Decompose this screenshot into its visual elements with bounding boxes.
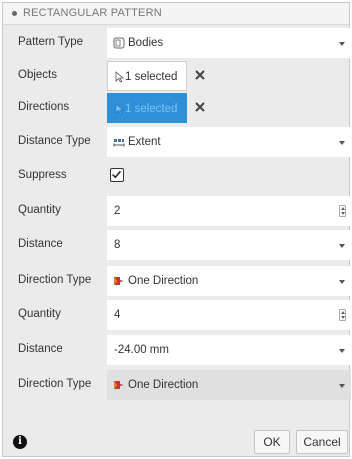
one-direction-icon (114, 381, 124, 389)
directions-selected-text: 1 selected (125, 103, 178, 115)
direction-type-2-label: Direction Type (18, 378, 92, 390)
suppress-checkbox[interactable] (110, 168, 124, 182)
chevron-down-icon[interactable] (339, 244, 345, 248)
pattern-type-row: Pattern Type Bodies (3, 27, 351, 59)
direction-type-2-dropdown[interactable]: One Direction (107, 370, 351, 400)
distance-type-dropdown[interactable]: Extent (107, 127, 351, 157)
quantity-2-value: 4 (114, 309, 121, 321)
distance-2-input[interactable]: -24.00 mm (107, 335, 351, 365)
suppress-row: Suppress (3, 160, 349, 192)
distance-1-value: 8 (114, 239, 121, 251)
collapse-bullet-icon[interactable] (12, 11, 17, 16)
pattern-type-dropdown[interactable]: Bodies (107, 28, 351, 58)
distance-2-value: -24.00 mm (114, 344, 169, 356)
distance-1-label: Distance (18, 238, 63, 250)
distance-1-row: Distance 8 (3, 229, 351, 261)
quantity-1-row: Quantity 2 (3, 195, 351, 227)
dialog-title: RECTANGULAR PATTERN (23, 7, 162, 19)
directions-label: Directions (18, 101, 70, 113)
distance-1-input[interactable]: 8 (107, 230, 351, 260)
direction-type-1-value: One Direction (128, 275, 199, 287)
chevron-down-icon (339, 42, 345, 46)
ok-button[interactable]: OK (254, 430, 290, 454)
directions-select-button[interactable]: 1 selected (107, 93, 187, 123)
quantity-2-stepper[interactable]: 4 (107, 300, 351, 330)
bodies-icon (113, 37, 125, 49)
chevron-down-icon[interactable] (339, 349, 345, 353)
spinner-icon[interactable] (339, 309, 346, 321)
direction-type-2-row: Direction Type One Direction (3, 369, 351, 401)
quantity-2-label: Quantity (18, 308, 61, 320)
extent-icon (113, 139, 125, 147)
spinner-icon[interactable] (339, 205, 346, 217)
distance-type-label: Distance Type (18, 135, 91, 147)
pattern-type-label: Pattern Type (18, 36, 83, 48)
dialog-footer: i OK Cancel (3, 429, 349, 457)
quantity-1-value: 2 (114, 205, 121, 217)
objects-row: Objects 1 selected (3, 60, 349, 92)
quantity-2-row: Quantity 4 (3, 299, 351, 331)
objects-select-button[interactable]: 1 selected (107, 61, 187, 91)
chevron-down-icon (339, 141, 345, 145)
rectangular-pattern-dialog: RECTANGULAR PATTERN Pattern Type Bodies … (2, 2, 351, 457)
objects-selected-text: 1 selected (125, 71, 178, 83)
chevron-down-icon (339, 384, 345, 388)
quantity-1-label: Quantity (18, 204, 61, 216)
cursor-arrow-icon (115, 71, 125, 83)
distance-2-label: Distance (18, 343, 63, 355)
checkmark-icon (112, 170, 122, 179)
one-direction-icon (114, 277, 124, 285)
direction-type-1-row: Direction Type One Direction (3, 265, 351, 297)
clear-objects-icon[interactable] (193, 68, 207, 82)
info-icon[interactable]: i (13, 435, 27, 449)
suppress-label: Suppress (18, 169, 67, 181)
cursor-arrow-icon (115, 103, 124, 115)
cancel-button[interactable]: Cancel (296, 430, 348, 454)
dialog-header[interactable]: RECTANGULAR PATTERN (3, 3, 349, 25)
chevron-down-icon (339, 280, 345, 284)
objects-label: Objects (18, 69, 57, 81)
direction-type-1-dropdown[interactable]: One Direction (107, 266, 351, 296)
quantity-1-stepper[interactable]: 2 (107, 196, 351, 226)
clear-directions-icon[interactable] (193, 100, 207, 114)
pattern-type-value: Bodies (128, 37, 164, 49)
distance-type-row: Distance Type Extent (3, 126, 351, 158)
direction-type-1-label: Direction Type (18, 274, 92, 286)
directions-row: Directions 1 selected (3, 92, 349, 124)
distance-2-row: Distance -24.00 mm (3, 334, 351, 366)
direction-type-2-value: One Direction (128, 379, 199, 391)
distance-type-value: Extent (128, 136, 161, 148)
